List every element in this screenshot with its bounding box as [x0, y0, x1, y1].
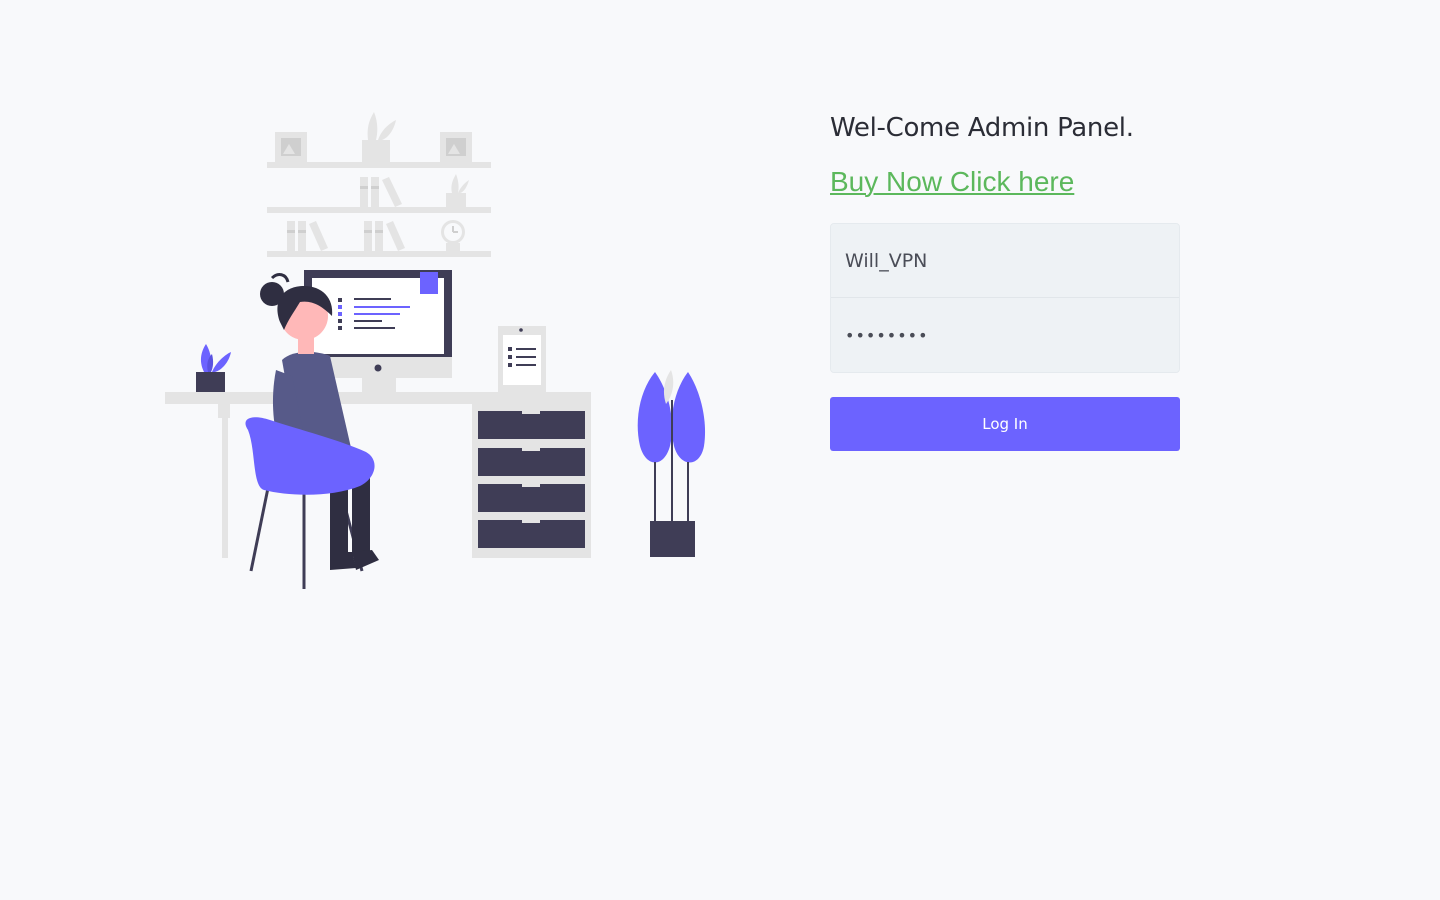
page-title: Wel-Come Admin Panel.: [830, 113, 1134, 143]
desk: [165, 392, 591, 558]
password-input[interactable]: [831, 298, 1179, 372]
login-page: Wel-Come Admin Panel. Buy Now Click here…: [0, 0, 1440, 900]
floor-plant: [637, 370, 706, 557]
desk-plant: [196, 344, 231, 392]
login-panel: Wel-Come Admin Panel. Buy Now Click here…: [830, 108, 1180, 451]
username-input[interactable]: [831, 224, 1179, 298]
working-at-desk-illustration: [160, 108, 720, 598]
login-form: [830, 223, 1180, 373]
clipboard: [498, 326, 546, 392]
wall-shelves: [267, 112, 491, 257]
buy-now-link[interactable]: Buy Now Click here: [830, 166, 1074, 198]
login-button[interactable]: Log In: [830, 397, 1180, 451]
